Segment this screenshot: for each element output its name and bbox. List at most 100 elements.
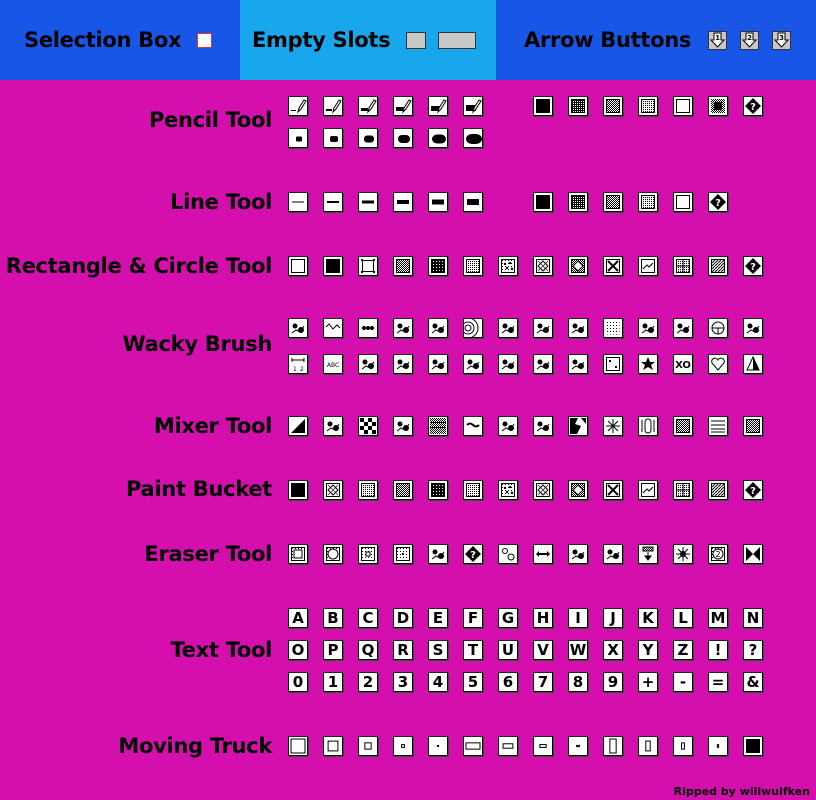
mix-shatter-icon[interactable] bbox=[568, 416, 588, 436]
erase-letters-icon[interactable] bbox=[568, 544, 588, 564]
erase-people-icon[interactable] bbox=[603, 544, 623, 564]
pattern-checker-icon[interactable] bbox=[393, 256, 413, 276]
erase-arrows-icon[interactable] bbox=[533, 544, 553, 564]
wide-l-icon[interactable] bbox=[498, 736, 518, 756]
text-glyph-icon[interactable]: S bbox=[428, 640, 448, 660]
random-icon[interactable]: ? bbox=[708, 192, 728, 212]
text-glyph-icon[interactable]: A bbox=[288, 608, 308, 628]
wacky-rings-icon[interactable] bbox=[463, 318, 483, 338]
text-glyph-icon[interactable]: F bbox=[463, 608, 483, 628]
pattern-diamond-icon[interactable] bbox=[323, 480, 343, 500]
random-icon[interactable]: ? bbox=[743, 96, 763, 116]
text-glyph-icon[interactable]: 1 bbox=[323, 672, 343, 692]
pattern-dark-diamond-icon[interactable] bbox=[568, 480, 588, 500]
fill-spray-icon[interactable] bbox=[708, 96, 728, 116]
text-glyph-icon[interactable]: H bbox=[533, 608, 553, 628]
text-glyph-icon[interactable]: I bbox=[568, 608, 588, 628]
text-glyph-icon[interactable]: P bbox=[323, 640, 343, 660]
fill-dense-icon[interactable] bbox=[568, 96, 588, 116]
pattern-light-dots-icon[interactable] bbox=[463, 256, 483, 276]
text-glyph-icon[interactable]: U bbox=[498, 640, 518, 660]
line-size-5-icon[interactable] bbox=[428, 192, 448, 212]
wacky-dice-icon[interactable] bbox=[603, 354, 623, 374]
erase-square-icon[interactable] bbox=[288, 544, 308, 564]
wacky-rays-icon[interactable] bbox=[358, 354, 378, 374]
mix-checker-icon[interactable] bbox=[358, 416, 378, 436]
erase-implode-icon[interactable] bbox=[673, 544, 693, 564]
erase-bubbles-icon[interactable] bbox=[498, 544, 518, 564]
text-glyph-icon[interactable]: Q bbox=[358, 640, 378, 660]
mix-swirl-icon[interactable] bbox=[323, 416, 343, 436]
text-glyph-icon[interactable]: R bbox=[393, 640, 413, 660]
tall-l-icon[interactable] bbox=[638, 736, 658, 756]
fill-checker-icon[interactable] bbox=[603, 192, 623, 212]
pencil-size-4-icon[interactable] bbox=[393, 96, 413, 116]
arrow-button-2[interactable]: 2 bbox=[740, 30, 760, 50]
sq-xl-icon[interactable] bbox=[288, 736, 308, 756]
mix-wave-icon[interactable] bbox=[463, 416, 483, 436]
wacky-ball-icon[interactable] bbox=[428, 354, 448, 374]
text-glyph-icon[interactable]: 9 bbox=[603, 672, 623, 692]
text-glyph-icon[interactable]: & bbox=[743, 672, 763, 692]
text-glyph-icon[interactable]: 2 bbox=[358, 672, 378, 692]
wacky-ruler-icon[interactable]: 12 bbox=[288, 354, 308, 374]
dot-size-3-icon[interactable] bbox=[358, 128, 378, 148]
wacky-triangle-icon[interactable] bbox=[743, 354, 763, 374]
text-glyph-icon[interactable]: T bbox=[463, 640, 483, 660]
wacky-blob-icon[interactable] bbox=[288, 318, 308, 338]
pattern-dotted-icon[interactable] bbox=[358, 480, 378, 500]
text-glyph-icon[interactable]: 4 bbox=[428, 672, 448, 692]
text-glyph-icon[interactable]: G bbox=[498, 608, 518, 628]
pencil-size-5-icon[interactable] bbox=[428, 96, 448, 116]
fill-light-icon[interactable] bbox=[638, 192, 658, 212]
wacky-heart-icon[interactable] bbox=[708, 354, 728, 374]
text-glyph-icon[interactable]: V bbox=[533, 640, 553, 660]
text-glyph-icon[interactable]: J bbox=[603, 608, 623, 628]
pattern-blobs-icon[interactable] bbox=[498, 256, 518, 276]
text-glyph-icon[interactable]: D bbox=[393, 608, 413, 628]
pattern-dark-dots-icon[interactable] bbox=[428, 256, 448, 276]
mix-drop-icon[interactable] bbox=[498, 416, 518, 436]
shape-filled-icon[interactable] bbox=[323, 256, 343, 276]
pattern-diamond-icon[interactable] bbox=[533, 480, 553, 500]
pattern-zigzag-icon[interactable] bbox=[638, 256, 658, 276]
pattern-dark-diamond-icon[interactable] bbox=[568, 256, 588, 276]
sq-s-icon[interactable] bbox=[393, 736, 413, 756]
pattern-arrows-icon[interactable] bbox=[603, 256, 623, 276]
wacky-abc-icon[interactable]: ABC bbox=[323, 354, 343, 374]
tall-s-icon[interactable] bbox=[708, 736, 728, 756]
sq-m-icon[interactable] bbox=[358, 736, 378, 756]
wacky-spots-icon[interactable] bbox=[533, 354, 553, 374]
shape-empty-icon[interactable] bbox=[288, 256, 308, 276]
mix-stripes-icon[interactable] bbox=[428, 416, 448, 436]
wacky-xo-icon[interactable]: XO bbox=[673, 354, 693, 374]
text-glyph-icon[interactable]: ? bbox=[743, 640, 763, 660]
text-glyph-icon[interactable]: M bbox=[708, 608, 728, 628]
pencil-size-6-icon[interactable] bbox=[463, 96, 483, 116]
text-glyph-icon[interactable]: L bbox=[673, 608, 693, 628]
random-icon[interactable]: ? bbox=[743, 256, 763, 276]
erase-hourglass-icon[interactable] bbox=[743, 544, 763, 564]
mix-diagonal-icon[interactable] bbox=[288, 416, 308, 436]
erase-small-square-icon[interactable] bbox=[358, 544, 378, 564]
pencil-size-2-icon[interactable] bbox=[323, 96, 343, 116]
text-glyph-icon[interactable]: Z bbox=[673, 640, 693, 660]
text-glyph-icon[interactable]: K bbox=[638, 608, 658, 628]
text-glyph-icon[interactable]: N bbox=[743, 608, 763, 628]
dot-size-4-icon[interactable] bbox=[393, 128, 413, 148]
wacky-scatter-icon[interactable] bbox=[393, 318, 413, 338]
wacky-splat-icon[interactable] bbox=[428, 318, 448, 338]
tall-m-icon[interactable] bbox=[673, 736, 693, 756]
text-glyph-icon[interactable]: 0 bbox=[288, 672, 308, 692]
mix-clip-icon[interactable] bbox=[638, 416, 658, 436]
text-glyph-icon[interactable]: 3 bbox=[393, 672, 413, 692]
sq-l-icon[interactable] bbox=[323, 736, 343, 756]
text-glyph-icon[interactable]: ! bbox=[708, 640, 728, 660]
random-icon[interactable]: ? bbox=[463, 544, 483, 564]
arrow-button-1[interactable]: 1 bbox=[708, 30, 728, 50]
fill-solid-icon[interactable] bbox=[533, 96, 553, 116]
dot-size-5-icon[interactable] bbox=[428, 128, 448, 148]
pattern-arrows-icon[interactable] bbox=[603, 480, 623, 500]
fill-light-icon[interactable] bbox=[638, 96, 658, 116]
arrow-button-3[interactable]: 3 bbox=[772, 30, 792, 50]
